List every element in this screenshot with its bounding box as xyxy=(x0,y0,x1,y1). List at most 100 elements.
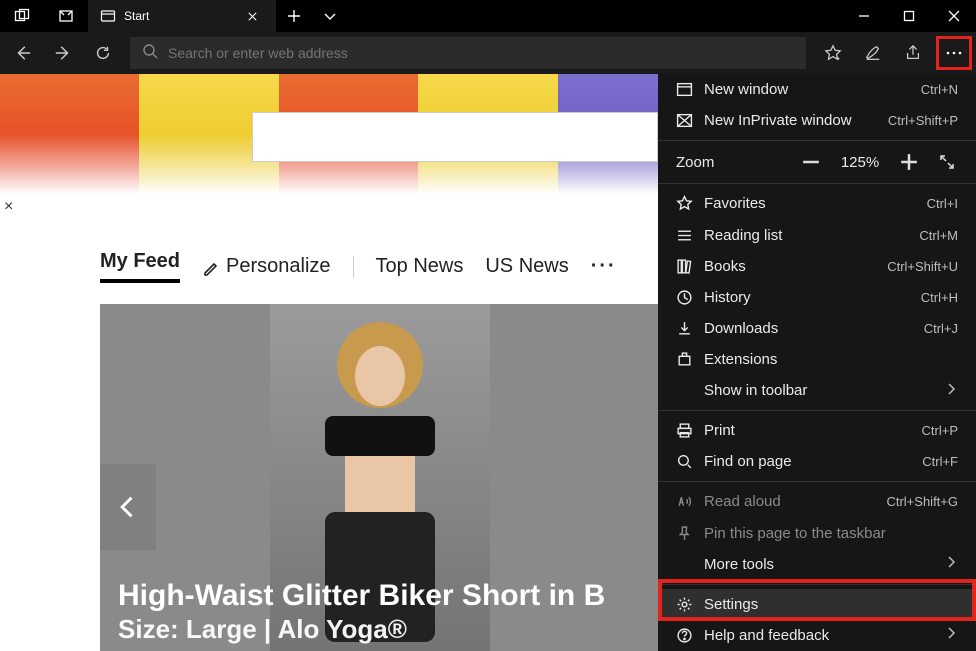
tab-favicon-icon xyxy=(100,8,116,24)
page-search-box[interactable] xyxy=(252,112,658,162)
read-aloud-icon xyxy=(676,493,704,510)
menu-new-window[interactable]: New window Ctrl+N xyxy=(658,74,976,105)
menu-read-aloud: Read aloud Ctrl+Shift+G xyxy=(658,486,976,517)
tab-preview-button[interactable] xyxy=(312,0,348,32)
menu-label: Settings xyxy=(704,596,958,613)
menu-label: Downloads xyxy=(704,320,924,337)
pin-icon xyxy=(676,525,704,542)
download-icon xyxy=(676,320,704,337)
window-icon xyxy=(676,81,704,98)
menu-label: Print xyxy=(704,422,922,439)
tab-close-button[interactable] xyxy=(238,11,266,22)
tab-title: Start xyxy=(124,9,238,23)
chevron-right-icon xyxy=(944,382,958,400)
chevron-left-icon xyxy=(114,493,142,521)
menu-label: New InPrivate window xyxy=(704,112,888,129)
card-caption: High-Waist Glitter Biker Short in B Size… xyxy=(118,578,641,645)
back-button[interactable] xyxy=(4,34,42,72)
share-button[interactable] xyxy=(894,34,932,72)
menu-help[interactable]: Help and feedback xyxy=(658,620,976,651)
card-subtitle: Size: Large | Alo Yoga® xyxy=(118,614,641,645)
extensions-icon xyxy=(676,351,704,368)
forward-button[interactable] xyxy=(44,34,82,72)
refresh-button[interactable] xyxy=(84,34,122,72)
more-icon xyxy=(945,50,963,56)
carousel-prev-button[interactable] xyxy=(100,464,156,550)
menu-extensions[interactable]: Extensions xyxy=(658,344,976,375)
fullscreen-button[interactable] xyxy=(936,151,958,173)
menu-shortcut: Ctrl+Shift+U xyxy=(887,259,958,274)
search-icon xyxy=(142,43,168,64)
more-menu: New window Ctrl+N New InPrivate window C… xyxy=(658,74,976,651)
menu-shortcut: Ctrl+M xyxy=(919,228,958,243)
menu-label: Extensions xyxy=(704,351,958,368)
more-menu-button[interactable] xyxy=(936,36,972,70)
tab-top-news[interactable]: Top News xyxy=(376,255,464,278)
menu-label: Find on page xyxy=(704,453,922,470)
reading-list-icon xyxy=(676,227,704,244)
tab-my-feed[interactable]: My Feed xyxy=(100,250,180,283)
menu-label: Pin this page to the taskbar xyxy=(704,525,958,542)
address-bar[interactable] xyxy=(130,37,806,69)
menu-books[interactable]: Books Ctrl+Shift+U xyxy=(658,251,976,282)
notes-button[interactable] xyxy=(854,34,892,72)
feed-card[interactable]: High-Waist Glitter Biker Short in B Size… xyxy=(100,304,659,651)
zoom-value: 125% xyxy=(838,154,882,171)
menu-pin-taskbar: Pin this page to the taskbar xyxy=(658,518,976,549)
menu-label: New window xyxy=(704,81,921,98)
window-maximize-button[interactable] xyxy=(886,0,931,32)
menu-find[interactable]: Find on page Ctrl+F xyxy=(658,446,976,477)
window-minimize-button[interactable] xyxy=(841,0,886,32)
books-icon xyxy=(676,258,704,275)
tab-actions-button[interactable] xyxy=(0,0,44,32)
set-aside-tabs-button[interactable] xyxy=(44,0,88,32)
chevron-right-icon xyxy=(944,626,958,644)
menu-label: History xyxy=(704,289,921,306)
menu-shortcut: Ctrl+F xyxy=(922,454,958,469)
zoom-in-button[interactable] xyxy=(898,151,920,173)
menu-history[interactable]: History Ctrl+H xyxy=(658,282,976,313)
dismiss-button[interactable]: × xyxy=(4,198,13,216)
tab-us-news[interactable]: US News xyxy=(485,255,568,278)
menu-label: Reading list xyxy=(704,227,919,244)
feed-tabs: My Feed Personalize Top News US News ··· xyxy=(100,250,617,283)
menu-shortcut: Ctrl+Shift+G xyxy=(886,494,958,509)
gear-icon xyxy=(676,596,704,613)
toolbar xyxy=(0,32,976,74)
window-close-button[interactable] xyxy=(931,0,976,32)
menu-label: More tools xyxy=(704,556,944,573)
pencil-icon xyxy=(202,258,220,276)
menu-zoom: Zoom 125% xyxy=(658,145,976,179)
menu-settings[interactable]: Settings xyxy=(658,589,976,620)
menu-new-inprivate[interactable]: New InPrivate window Ctrl+Shift+P xyxy=(658,105,976,136)
menu-downloads[interactable]: Downloads Ctrl+J xyxy=(658,313,976,344)
help-icon xyxy=(676,627,704,644)
menu-reading-list[interactable]: Reading list Ctrl+M xyxy=(658,220,976,251)
menu-print[interactable]: Print Ctrl+P xyxy=(658,415,976,446)
star-icon xyxy=(676,195,704,212)
menu-show-in-toolbar[interactable]: Show in toolbar xyxy=(658,375,976,406)
menu-label: Show in toolbar xyxy=(704,382,944,399)
menu-more-tools[interactable]: More tools xyxy=(658,549,976,580)
address-input[interactable] xyxy=(168,45,794,61)
separator xyxy=(353,256,354,278)
menu-label: Help and feedback xyxy=(704,627,944,644)
menu-shortcut: Ctrl+N xyxy=(921,82,958,97)
tab-more[interactable]: ··· xyxy=(591,255,617,278)
zoom-label: Zoom xyxy=(676,154,784,171)
zoom-out-button[interactable] xyxy=(800,151,822,173)
menu-shortcut: Ctrl+H xyxy=(921,290,958,305)
browser-tab[interactable]: Start xyxy=(88,0,276,32)
menu-shortcut: Ctrl+J xyxy=(924,321,958,336)
card-title: High-Waist Glitter Biker Short in B xyxy=(118,578,641,614)
chevron-right-icon xyxy=(944,555,958,573)
menu-shortcut: Ctrl+I xyxy=(927,196,958,211)
personalize-label: Personalize xyxy=(226,255,331,278)
personalize-button[interactable]: Personalize xyxy=(202,255,331,278)
menu-favorites[interactable]: Favorites Ctrl+I xyxy=(658,188,976,219)
menu-shortcut: Ctrl+Shift+P xyxy=(888,113,958,128)
favorites-star-button[interactable] xyxy=(814,34,852,72)
new-tab-button[interactable] xyxy=(276,0,312,32)
menu-label: Favorites xyxy=(704,195,927,212)
menu-label: Books xyxy=(704,258,887,275)
